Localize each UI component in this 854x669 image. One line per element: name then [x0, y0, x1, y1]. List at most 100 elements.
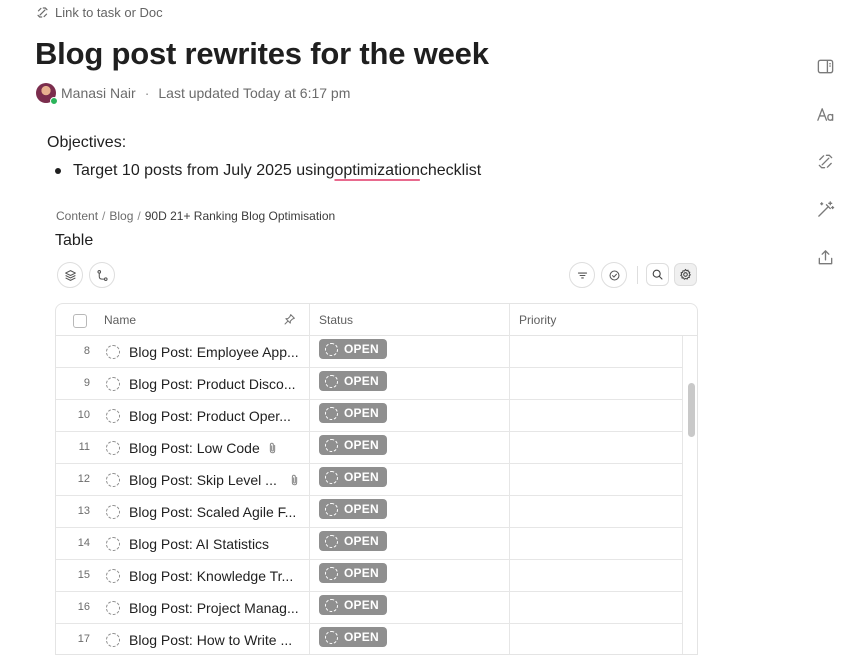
share-button[interactable] [816, 248, 835, 267]
breadcrumb-item-content[interactable]: Content [56, 209, 98, 223]
table-row[interactable]: 8 Blog Post: Employee App... OPEN [56, 336, 683, 368]
objectives-heading[interactable]: Objectives: [47, 134, 126, 152]
layers-icon [64, 269, 76, 281]
status-badge[interactable]: OPEN [319, 467, 387, 487]
table-body: 8 Blog Post: Employee App... OPEN 9 Blog Pos… [56, 336, 683, 654]
closed-tasks-button[interactable] [601, 262, 627, 288]
layers-button[interactable] [57, 262, 83, 288]
status-badge[interactable]: OPEN [319, 563, 387, 583]
table-scrollbar[interactable] [688, 383, 695, 437]
status-dashed-circle-icon [325, 534, 338, 548]
bullet-dot [55, 168, 61, 174]
table-row[interactable]: 14 Blog Post: AI Statistics OPEN [56, 528, 683, 560]
task-status-icon[interactable] [106, 377, 120, 391]
column-header-name[interactable]: Name [104, 313, 136, 327]
task-status-icon[interactable] [106, 345, 120, 359]
table-row[interactable]: 12 Blog Post: Skip Level ... OPEN [56, 464, 683, 496]
table-row[interactable]: 11 Blog Post: Low Code OPEN [56, 432, 683, 464]
status-badge[interactable]: OPEN [319, 403, 387, 423]
avatar[interactable] [36, 83, 58, 105]
task-status-icon[interactable] [106, 505, 120, 519]
meta-separator: · [144, 85, 150, 101]
panel-icon [817, 59, 834, 74]
column-divider [682, 336, 683, 368]
table-row[interactable]: 16 Blog Post: Project Manag... OPEN [56, 592, 683, 624]
filter-button[interactable] [569, 262, 595, 288]
objective-bullet[interactable]: Target 10 posts from July 2025 using opt… [55, 162, 481, 180]
column-divider [682, 432, 683, 464]
column-divider [682, 528, 683, 560]
breadcrumb-item-list[interactable]: 90D 21+ Ranking Blog Optimisation [145, 209, 335, 223]
task-status-icon[interactable] [106, 409, 120, 423]
task-name[interactable]: Blog Post: Product Disco... [129, 376, 304, 392]
breadcrumb-separator: / [137, 209, 141, 223]
status-dashed-circle-icon [325, 630, 338, 644]
status-badge[interactable]: OPEN [319, 339, 387, 359]
task-name[interactable]: Blog Post: Scaled Agile F... [129, 504, 304, 520]
column-divider [309, 368, 310, 400]
column-divider [309, 336, 310, 368]
task-name[interactable]: Blog Post: How to Write ... [129, 632, 304, 648]
column-divider [509, 496, 510, 528]
column-divider[interactable] [309, 304, 310, 336]
task-status-icon[interactable] [106, 633, 120, 647]
settings-button[interactable] [674, 263, 697, 286]
status-label: OPEN [344, 502, 379, 516]
task-name[interactable]: Blog Post: Project Manag... [129, 600, 304, 616]
status-label: OPEN [344, 406, 379, 420]
typography-button[interactable] [816, 105, 835, 124]
task-status-icon[interactable] [106, 569, 120, 583]
task-status-icon[interactable] [106, 537, 120, 551]
table-row[interactable]: 17 Blog Post: How to Write ... OPEN [56, 624, 683, 654]
table-row[interactable]: 13 Blog Post: Scaled Agile F... OPEN [56, 496, 683, 528]
toggle-panel-button[interactable] [816, 57, 835, 76]
page-title[interactable]: Blog post rewrites for the week [35, 36, 489, 72]
table-row[interactable]: 15 Blog Post: Knowledge Tr... OPEN [56, 560, 683, 592]
status-label: OPEN [344, 438, 379, 452]
column-header-status[interactable]: Status [319, 313, 353, 327]
pin-icon[interactable] [283, 313, 296, 326]
table-row[interactable]: 10 Blog Post: Product Oper... OPEN [56, 400, 683, 432]
last-updated: Last updated Today at 6:17 pm [158, 85, 351, 101]
rail-link-button[interactable] [816, 152, 835, 171]
view-title[interactable]: Table [55, 232, 93, 250]
column-divider [509, 432, 510, 464]
select-all-checkbox[interactable] [73, 314, 87, 328]
paperclip-icon[interactable] [267, 442, 278, 454]
task-name[interactable]: Blog Post: AI Statistics [129, 536, 304, 552]
route-button[interactable] [89, 262, 115, 288]
author-name[interactable]: Manasi Nair [61, 85, 136, 101]
status-badge[interactable]: OPEN [319, 595, 387, 615]
column-divider [309, 560, 310, 592]
column-divider [309, 464, 310, 496]
breadcrumb-item-blog[interactable]: Blog [109, 209, 133, 223]
status-badge[interactable]: OPEN [319, 371, 387, 391]
search-button[interactable] [646, 263, 669, 286]
column-header-priority[interactable]: Priority [519, 313, 556, 327]
table-row[interactable]: 9 Blog Post: Product Disco... OPEN [56, 368, 683, 400]
column-divider [509, 624, 510, 654]
task-name[interactable]: Blog Post: Employee App... [129, 344, 304, 360]
status-badge[interactable]: OPEN [319, 435, 387, 455]
status-badge[interactable]: OPEN [319, 499, 387, 519]
column-divider[interactable] [509, 304, 510, 336]
link-to-task-button[interactable]: Link to task or Doc [36, 5, 163, 20]
column-divider [509, 336, 510, 368]
breadcrumb-separator: / [102, 209, 106, 223]
task-name[interactable]: Blog Post: Product Oper... [129, 408, 304, 424]
status-label: OPEN [344, 598, 379, 612]
task-status-icon[interactable] [106, 441, 120, 455]
column-divider [509, 464, 510, 496]
status-label: OPEN [344, 374, 379, 388]
task-name[interactable]: Blog Post: Knowledge Tr... [129, 568, 304, 584]
task-status-icon[interactable] [106, 473, 120, 487]
status-badge[interactable]: OPEN [319, 627, 387, 647]
task-name[interactable]: Blog Post: Skip Level ... [129, 472, 304, 488]
column-divider [309, 592, 310, 624]
column-divider [682, 624, 683, 654]
task-status-icon[interactable] [106, 601, 120, 615]
paperclip-icon[interactable] [289, 474, 300, 486]
breadcrumb: Content / Blog / 90D 21+ Ranking Blog Op… [56, 209, 335, 223]
ai-magic-button[interactable] [816, 200, 835, 219]
status-badge[interactable]: OPEN [319, 531, 387, 551]
